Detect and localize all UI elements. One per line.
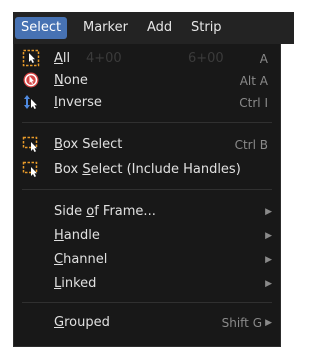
shortcut-text: Alt A [239, 74, 268, 88]
menu-marker[interactable]: Marker [77, 17, 134, 39]
ghost-text-right: 6+00 [188, 51, 224, 66]
shortcut-text: A [259, 52, 268, 66]
menu-item-handle[interactable]: Handle ▶ [14, 225, 280, 247]
menu-item-linked[interactable]: Linked ▶ [14, 273, 280, 295]
menubar: Select Marker Add Strip [0, 0, 294, 44]
menu-item-inverse[interactable]: Inverse Ctrl I [14, 92, 280, 114]
menu-add[interactable]: Add [141, 17, 178, 39]
menu-item-label: Inverse [54, 95, 102, 110]
menu-item-label: Channel [54, 252, 108, 267]
menu-item-label: Grouped [54, 315, 110, 330]
menu-item-label: Linked [54, 276, 97, 291]
menu-item-label: Handle [54, 228, 100, 243]
ghost-text-left: 4+00 [86, 51, 122, 66]
submenu-arrow-icon: ▶ [265, 318, 272, 328]
submenu-arrow-icon: ▶ [265, 207, 272, 217]
menu-item-label: All [54, 51, 71, 66]
menubar-strip: Select Marker Add Strip [13, 12, 294, 44]
box-select-icon [22, 160, 40, 178]
menu-item-label: Box Select (Include Handles) [54, 162, 241, 177]
menu-item-box-select[interactable]: Box Select Ctrl B [14, 134, 280, 156]
menu-item-box-select-include-handles[interactable]: Box Select (Include Handles) [14, 159, 280, 181]
menu-item-label: Box Select [54, 137, 123, 152]
shortcut-text: Ctrl B [234, 138, 268, 152]
select-inverse-icon [22, 93, 40, 111]
submenu-arrow-icon: ▶ [265, 279, 272, 289]
menu-item-label: None [54, 73, 88, 88]
shortcut-text: Ctrl I [239, 96, 268, 110]
menu-item-channel[interactable]: Channel ▶ [14, 249, 280, 271]
shortcut-text: Shift G [221, 316, 262, 330]
menu-separator [22, 122, 272, 123]
menu-item-all[interactable]: 4+00 6+00 All A [14, 48, 280, 70]
submenu-arrow-icon: ▶ [265, 231, 272, 241]
menu-separator [22, 302, 272, 303]
box-select-icon [22, 135, 40, 153]
menu-select[interactable]: Select [15, 17, 68, 39]
menu-item-side-of-frame[interactable]: Side of Frame... ▶ [14, 201, 280, 223]
menu-item-none[interactable]: None Alt A [14, 70, 280, 92]
menu-item-grouped[interactable]: Grouped Shift G ▶ [14, 312, 280, 334]
select-all-icon [22, 49, 40, 67]
select-none-icon [22, 71, 40, 89]
select-dropdown-menu: 4+00 6+00 All A None Alt A Inverse Ctrl … [13, 44, 281, 347]
submenu-arrow-icon: ▶ [265, 255, 272, 265]
menu-item-label: Side of Frame... [54, 204, 156, 219]
menu-strip[interactable]: Strip [185, 17, 228, 39]
menu-separator [22, 189, 272, 190]
